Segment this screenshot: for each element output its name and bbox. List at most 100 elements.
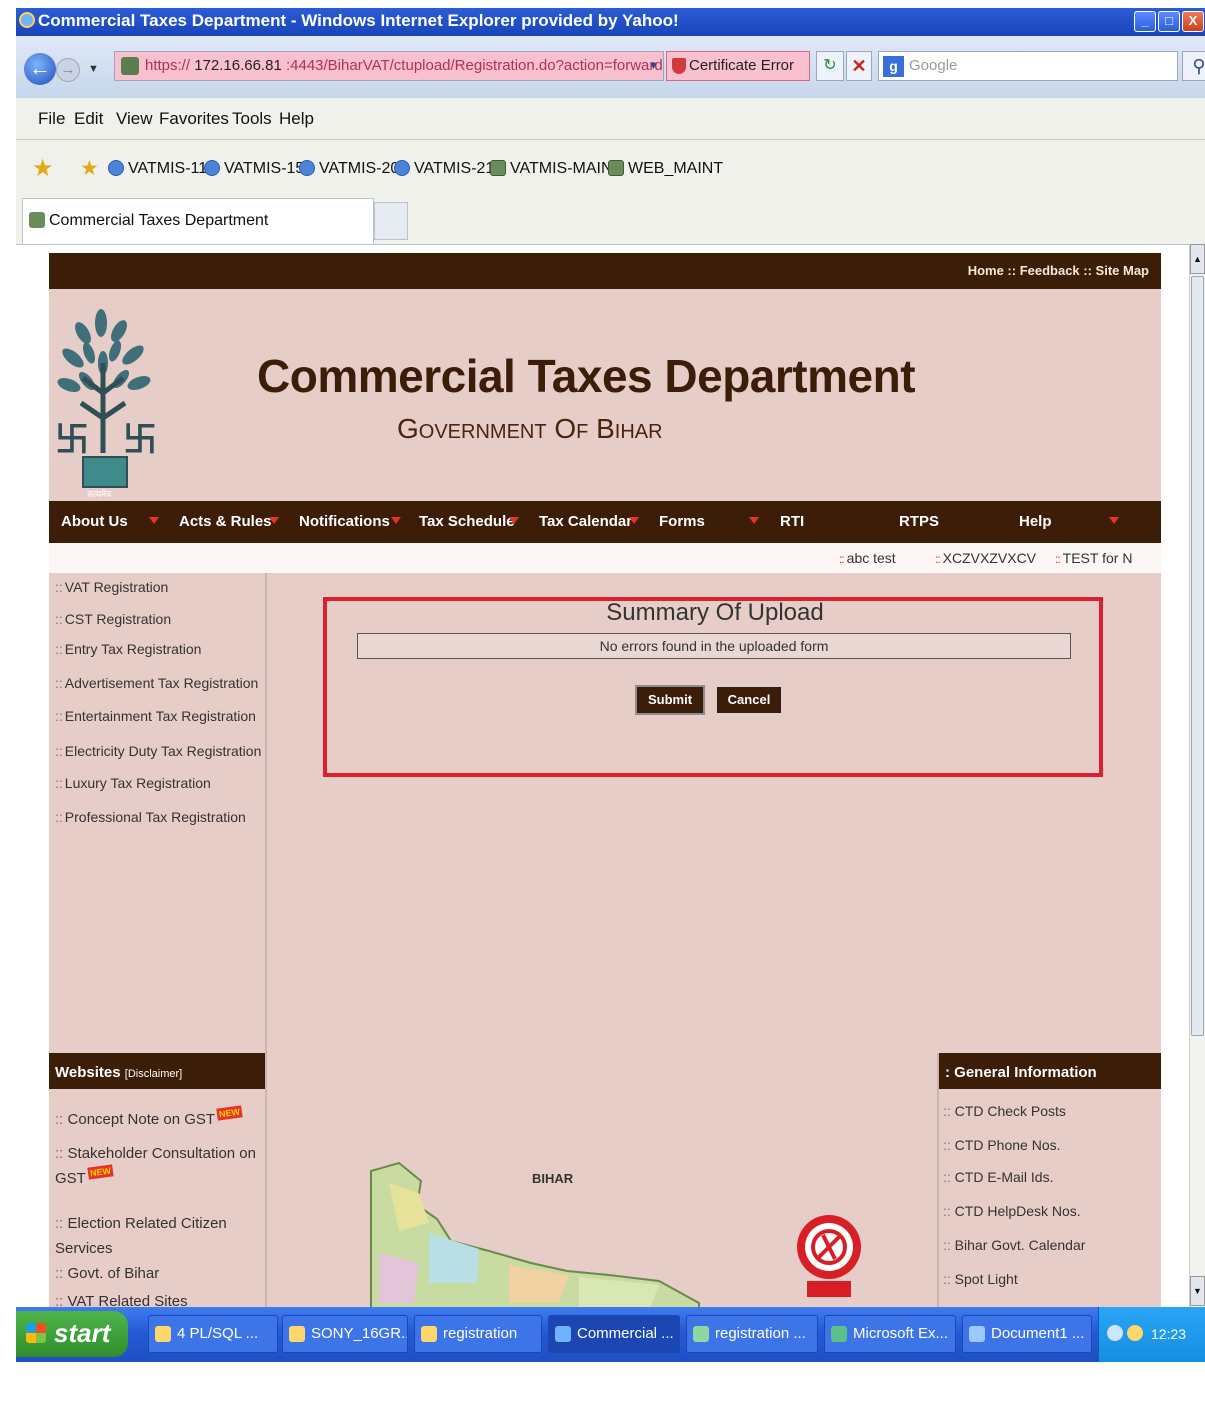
favorite-link[interactable]: WEB_MAINT	[608, 140, 723, 198]
taskbar-item[interactable]: registration ...	[686, 1315, 818, 1353]
nav-advertisement-tax-registration[interactable]: :: Advertisement Tax Registration	[55, 675, 258, 691]
nav-professional-tax-registration[interactable]: :: Professional Tax Registration	[55, 809, 246, 825]
add-favorite-icon[interactable]: ★	[80, 140, 99, 198]
favorite-link[interactable]: VATMIS-15	[204, 140, 304, 198]
vertical-scrollbar[interactable]: ▲ ▼	[1189, 244, 1205, 1307]
website-link[interactable]: :: Stakeholder Consultation on GST NEW	[55, 1141, 261, 1191]
info-link[interactable]: :: CTD Check Posts	[943, 1103, 1066, 1119]
forward-button[interactable]: →	[56, 58, 80, 82]
website-link[interactable]: :: Concept Note on GST NEW	[55, 1105, 261, 1132]
minimize-button[interactable]: _	[1134, 11, 1156, 32]
certificate-error-button[interactable]: Certificate Error	[666, 51, 810, 81]
favorite-label: VATMIS-21	[414, 160, 495, 177]
scroll-down-arrow-icon[interactable]: ▼	[1190, 1276, 1205, 1306]
general-info-heading: : General Information	[939, 1053, 1161, 1089]
window-title-bar[interactable]: Commercial Taxes Department - Windows In…	[16, 8, 1205, 36]
info-label: CTD E-Mail Ids.	[954, 1169, 1054, 1185]
nav-cst-registration[interactable]: :: CST Registration	[55, 611, 171, 627]
favorite-link[interactable]: VATMIS-11	[108, 140, 207, 198]
chevron-down-icon[interactable]	[1109, 517, 1119, 524]
taskbar-item[interactable]: registration	[414, 1315, 542, 1353]
ticker-item[interactable]: :: XCZVXZVXCV	[935, 543, 1036, 574]
network-icon[interactable]	[1127, 1325, 1143, 1341]
tab-commercial-taxes[interactable]: Commercial Taxes Department	[22, 198, 374, 244]
chevron-down-icon[interactable]	[269, 517, 279, 524]
info-link[interactable]: :: CTD E-Mail Ids.	[943, 1169, 1053, 1185]
nav-entry-tax-registration[interactable]: :: Entry Tax Registration	[55, 641, 201, 657]
maximize-button[interactable]: □	[1158, 11, 1180, 32]
info-label: CTD HelpDesk Nos.	[954, 1203, 1081, 1219]
search-input[interactable]: g Google	[878, 51, 1178, 81]
chevron-down-icon[interactable]	[509, 517, 519, 524]
menu-tax-calendar[interactable]: Tax Calendar	[539, 501, 632, 543]
taskbar-item[interactable]: Microsoft Ex...	[824, 1315, 956, 1353]
refresh-button[interactable]: ↻	[816, 51, 844, 81]
menu-favorites[interactable]: Favorites	[159, 98, 229, 140]
menu-rti[interactable]: RTI	[780, 501, 804, 543]
favorites-star-icon[interactable]: ★	[32, 140, 54, 198]
info-link[interactable]: :: CTD Phone Nos.	[943, 1137, 1061, 1153]
submit-button[interactable]: Submit	[635, 685, 705, 715]
stop-button[interactable]: ✕	[846, 51, 872, 81]
websites-panel: Websites [Disclaimer] :: Concept Note on…	[49, 1053, 267, 1307]
tray-chevron-icon[interactable]	[1107, 1325, 1123, 1341]
start-button[interactable]: start	[16, 1311, 128, 1357]
new-tab-button[interactable]	[374, 202, 408, 240]
upload-status-message: No errors found in the uploaded form	[357, 633, 1071, 659]
taskbar-item[interactable]: 4 PL/SQL ...	[148, 1315, 278, 1353]
favorite-link[interactable]: VATMIS-MAINT	[490, 140, 622, 198]
new-badge: NEW	[87, 1164, 114, 1180]
nav-label: VAT Registration	[64, 579, 169, 595]
bihar-map-image[interactable]	[359, 1153, 719, 1307]
chevron-down-icon[interactable]	[391, 517, 401, 524]
website-link[interactable]: :: Govt. of Bihar	[55, 1261, 261, 1286]
ticker-item[interactable]: :: TEST for N	[1055, 543, 1132, 574]
taskbar-item-active[interactable]: Commercial ...	[548, 1315, 680, 1353]
nav-entertainment-tax-registration[interactable]: :: Entertainment Tax Registration	[55, 708, 256, 724]
history-dropdown-arrow[interactable]: ▼	[88, 63, 99, 75]
scroll-up-arrow-icon[interactable]: ▲	[1190, 244, 1205, 274]
website-link[interactable]: :: Election Related Citizen Services	[55, 1211, 261, 1261]
menu-acts-rules[interactable]: Acts & Rules	[179, 501, 272, 543]
info-link[interactable]: :: Bihar Govt. Calendar	[943, 1237, 1085, 1253]
menu-view[interactable]: View	[116, 98, 153, 140]
menu-tools[interactable]: Tools	[232, 98, 272, 140]
menu-help[interactable]: Help	[1019, 501, 1052, 543]
favorite-link[interactable]: VATMIS-21	[394, 140, 494, 198]
task-label: registration ...	[715, 1325, 806, 1342]
back-button[interactable]: ←	[24, 53, 56, 85]
close-window-button[interactable]: X	[1182, 11, 1204, 32]
menu-rtps[interactable]: RTPS	[899, 501, 939, 543]
menu-help[interactable]: Help	[279, 98, 314, 140]
favorite-link[interactable]: VATMIS-20	[299, 140, 399, 198]
chevron-down-icon[interactable]	[149, 517, 159, 524]
taskbar-item[interactable]: Document1 ...	[962, 1315, 1092, 1353]
scrollbar-thumb[interactable]	[1191, 276, 1204, 1036]
favorite-label: VATMIS-20	[319, 160, 400, 177]
website-link[interactable]: :: VAT Related Sites	[55, 1289, 261, 1307]
nav-electricity-duty-tax-registration[interactable]: :: Electricity Duty Tax Registration	[55, 743, 261, 759]
info-link[interactable]: :: CTD HelpDesk Nos.	[943, 1203, 1081, 1219]
ticker-item[interactable]: :: abc test	[839, 543, 896, 574]
info-link[interactable]: :: Spot Light	[943, 1271, 1018, 1287]
nav-luxury-tax-registration[interactable]: :: Luxury Tax Registration	[55, 775, 211, 791]
ticker-label: abc test	[846, 550, 896, 566]
cancel-button[interactable]: Cancel	[717, 687, 781, 713]
menu-notifications[interactable]: Notifications	[299, 501, 390, 543]
nav-vat-registration[interactable]: :: VAT Registration	[55, 579, 168, 595]
top-links[interactable]: Home :: Feedback :: Site Map	[968, 253, 1149, 289]
disclaimer-link[interactable]: [Disclaimer]	[125, 1068, 182, 1080]
window-title: Commercial Taxes Department - Windows In…	[38, 11, 679, 30]
search-icon[interactable]: ⚲	[1182, 51, 1205, 81]
menu-file[interactable]: File	[38, 98, 65, 140]
menu-forms[interactable]: Forms	[659, 501, 705, 543]
menu-tax-schedule[interactable]: Tax Schedule	[419, 501, 515, 543]
menu-about-us[interactable]: About Us	[61, 501, 128, 543]
menu-edit[interactable]: Edit	[74, 98, 103, 140]
address-bar[interactable]: https:// 172.16.66.81 :4443/BiharVAT/ctu…	[114, 51, 664, 81]
chevron-down-icon[interactable]	[749, 517, 759, 524]
taskbar-item[interactable]: SONY_16GR...	[282, 1315, 408, 1353]
chevron-down-icon[interactable]	[629, 517, 639, 524]
task-label: registration	[443, 1325, 518, 1342]
address-dropdown-arrow[interactable]: ▼	[648, 60, 659, 72]
